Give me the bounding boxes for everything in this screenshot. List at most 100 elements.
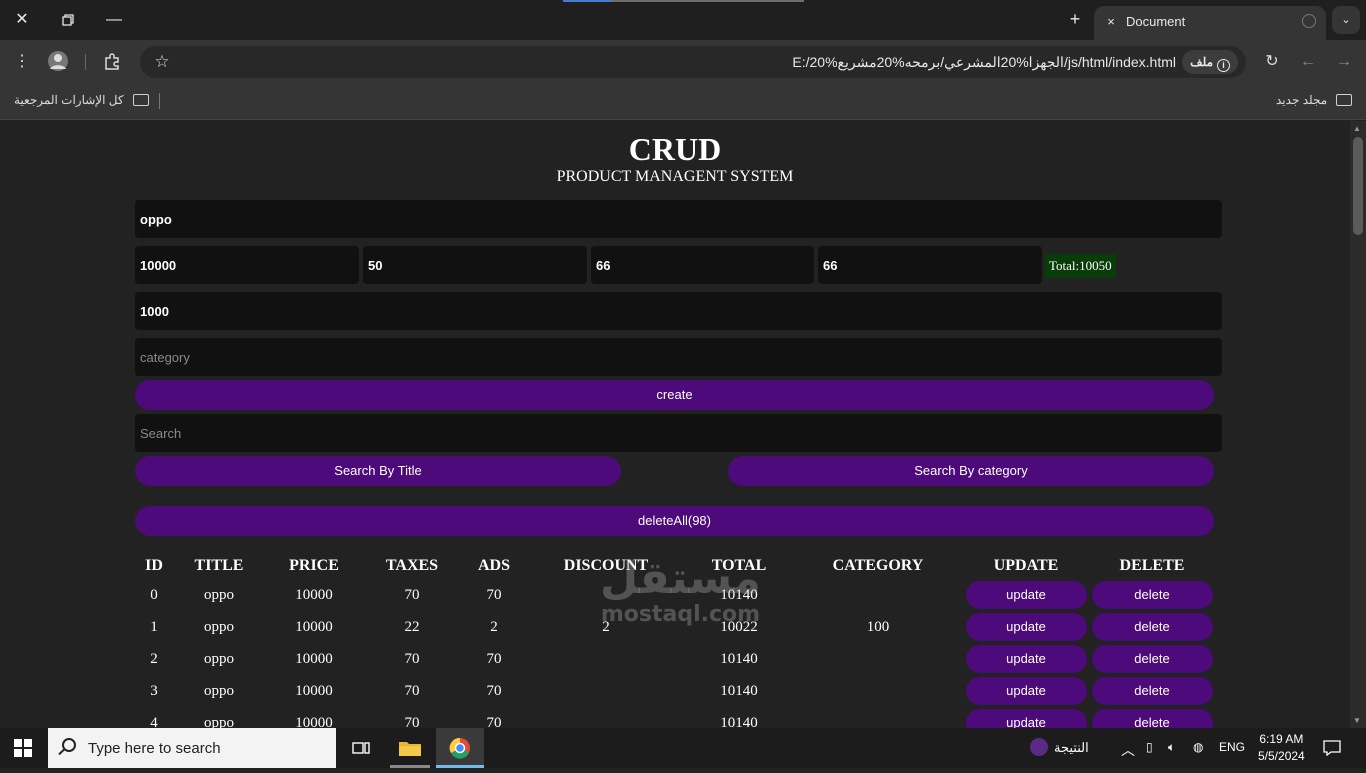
tab-strip: ✕ — + × Document ⌄ xyxy=(0,0,1366,40)
network-globe-icon[interactable]: ◍ xyxy=(1193,740,1203,754)
category-input[interactable] xyxy=(135,338,1222,376)
language-indicator[interactable]: ENG xyxy=(1219,740,1245,754)
taskbar-search-box[interactable]: Type here to search xyxy=(48,728,336,768)
cell-ads: 70 xyxy=(486,650,502,667)
ads-input[interactable] xyxy=(591,246,814,284)
profile-avatar[interactable] xyxy=(46,50,70,74)
update-button[interactable]: update xyxy=(965,613,1087,641)
folder-icon xyxy=(1336,94,1353,106)
header-taxes: TAXES xyxy=(385,557,439,574)
table-row: 4 oppo 10000 70 70 10140 update delete xyxy=(135,707,1215,728)
cell-category xyxy=(793,707,963,728)
chevron-up-icon[interactable]: ︿ xyxy=(1121,740,1135,760)
cell-id: 1 xyxy=(150,618,158,635)
delete-button[interactable]: delete xyxy=(1091,645,1213,673)
forward-arrow-icon[interactable]: → xyxy=(1332,50,1356,74)
cell-price: 10000 xyxy=(295,586,333,603)
minimize-window-icon[interactable]: — xyxy=(100,6,128,34)
tab-document[interactable]: × Document xyxy=(1094,6,1326,40)
bookmark-new-folder-label: مجلد جديد xyxy=(1276,93,1328,107)
delete-button[interactable]: delete xyxy=(1091,677,1213,705)
cell-category xyxy=(793,579,963,611)
cell-delete: delete xyxy=(1089,643,1215,675)
tab-close-icon[interactable]: × xyxy=(1102,13,1120,31)
file-explorer-icon[interactable] xyxy=(395,734,425,762)
cell-delete: delete xyxy=(1089,611,1215,643)
info-icon: i xyxy=(1217,59,1230,72)
bookmark-all-label: كل الإشارات المرجعية xyxy=(14,93,124,107)
weather-text: النتيجة xyxy=(1054,740,1089,755)
reload-icon[interactable]: ↻ xyxy=(1260,50,1284,74)
site-info-chip[interactable]: ملف i xyxy=(1182,50,1238,74)
taxes-input[interactable] xyxy=(363,246,587,284)
site-info-label: ملف xyxy=(1190,55,1213,69)
tab-search-chevron-icon[interactable]: ⌄ xyxy=(1332,6,1360,34)
weather-widget[interactable]: النتيجة xyxy=(1030,738,1089,756)
device-icon[interactable]: ▯ xyxy=(1146,740,1153,754)
task-view-icon[interactable] xyxy=(346,734,376,762)
page-scrollbar[interactable]: ▲ ▼ xyxy=(1350,121,1366,728)
chrome-icon[interactable] xyxy=(436,728,484,768)
table-row: 3 oppo 10000 70 70 10140 update delete xyxy=(135,675,1215,707)
delete-all-button[interactable]: deleteAll(98) xyxy=(135,506,1214,536)
search-by-title-button[interactable]: Search By Title xyxy=(135,456,621,486)
cell-category: 100 xyxy=(866,618,890,635)
windows-start-icon[interactable] xyxy=(14,739,32,757)
cell-update: update xyxy=(963,707,1089,728)
cell-taxes: 70 xyxy=(404,682,420,699)
cell-taxes: 70 xyxy=(404,714,420,729)
cell-discount xyxy=(527,643,685,675)
cell-discount xyxy=(527,675,685,707)
scrollbar-thumb[interactable] xyxy=(1353,137,1363,235)
speaker-icon[interactable]: 🔈︎ xyxy=(1168,740,1175,755)
globe-icon xyxy=(1302,14,1316,28)
update-button[interactable]: update xyxy=(965,645,1087,673)
update-button[interactable]: update xyxy=(965,677,1087,705)
cell-total: 10140 xyxy=(720,714,758,729)
restore-window-icon[interactable] xyxy=(54,6,82,34)
loading-indicator xyxy=(563,0,804,2)
url-text[interactable]: E:/الجهزا%20المشرعي/برمحه%20مشريع%20/js/… xyxy=(792,54,1176,71)
cell-total: 10140 xyxy=(720,682,758,699)
count-input[interactable] xyxy=(135,292,1222,330)
update-button[interactable]: update xyxy=(965,709,1087,728)
delete-button[interactable]: delete xyxy=(1091,709,1213,728)
cell-total: 10140 xyxy=(720,650,758,667)
cell-taxes: 70 xyxy=(404,650,420,667)
search-input[interactable] xyxy=(135,414,1222,452)
table-row: 2 oppo 10000 70 70 10140 update delete xyxy=(135,643,1215,675)
price-input[interactable] xyxy=(135,246,359,284)
watermark-latin: mostaql.com xyxy=(600,602,761,627)
bookmark-new-folder[interactable]: مجلد جديد xyxy=(1276,93,1353,107)
discount-input[interactable] xyxy=(818,246,1042,284)
search-by-category-button[interactable]: Search By category xyxy=(728,456,1214,486)
back-arrow-icon[interactable]: ← xyxy=(1296,50,1320,74)
header-title: TITLE xyxy=(194,557,244,574)
watermark-arabic: مستقل xyxy=(600,553,761,604)
scroll-down-arrow-icon[interactable]: ▼ xyxy=(1353,716,1361,725)
notification-icon[interactable] xyxy=(1323,740,1341,759)
scroll-up-arrow-icon[interactable]: ▲ xyxy=(1353,124,1361,133)
header-id: ID xyxy=(145,557,163,574)
taskbar-clock[interactable]: 6:19 AM 5/5/2024 xyxy=(1258,731,1305,765)
menu-kebab-icon[interactable]: ⋮ xyxy=(10,50,34,74)
delete-button[interactable]: delete xyxy=(1091,613,1213,641)
delete-button[interactable]: delete xyxy=(1091,581,1213,609)
header-category: CATEGORY xyxy=(832,557,924,574)
address-bar[interactable]: ☆ E:/الجهزا%20المشرعي/برمحه%20مشريع%20/j… xyxy=(140,46,1246,78)
folder-icon xyxy=(132,94,149,106)
title-input[interactable] xyxy=(135,200,1222,238)
cell-update: update xyxy=(963,579,1089,611)
bookmark-all-folder[interactable]: كل الإشارات المرجعية xyxy=(14,93,149,107)
new-tab-button[interactable]: + xyxy=(1064,8,1086,30)
create-button[interactable]: create xyxy=(135,380,1214,410)
cell-title: oppo xyxy=(204,714,234,729)
bookmark-star-icon[interactable]: ☆ xyxy=(150,50,174,74)
mostaql-watermark: مستقل mostaql.com xyxy=(600,555,761,627)
close-window-icon[interactable]: ✕ xyxy=(8,6,36,34)
extensions-puzzle-icon[interactable] xyxy=(100,50,124,74)
toolbar-divider xyxy=(85,54,86,70)
cell-update: update xyxy=(963,643,1089,675)
update-button[interactable]: update xyxy=(965,581,1087,609)
cell-price: 10000 xyxy=(295,618,333,635)
